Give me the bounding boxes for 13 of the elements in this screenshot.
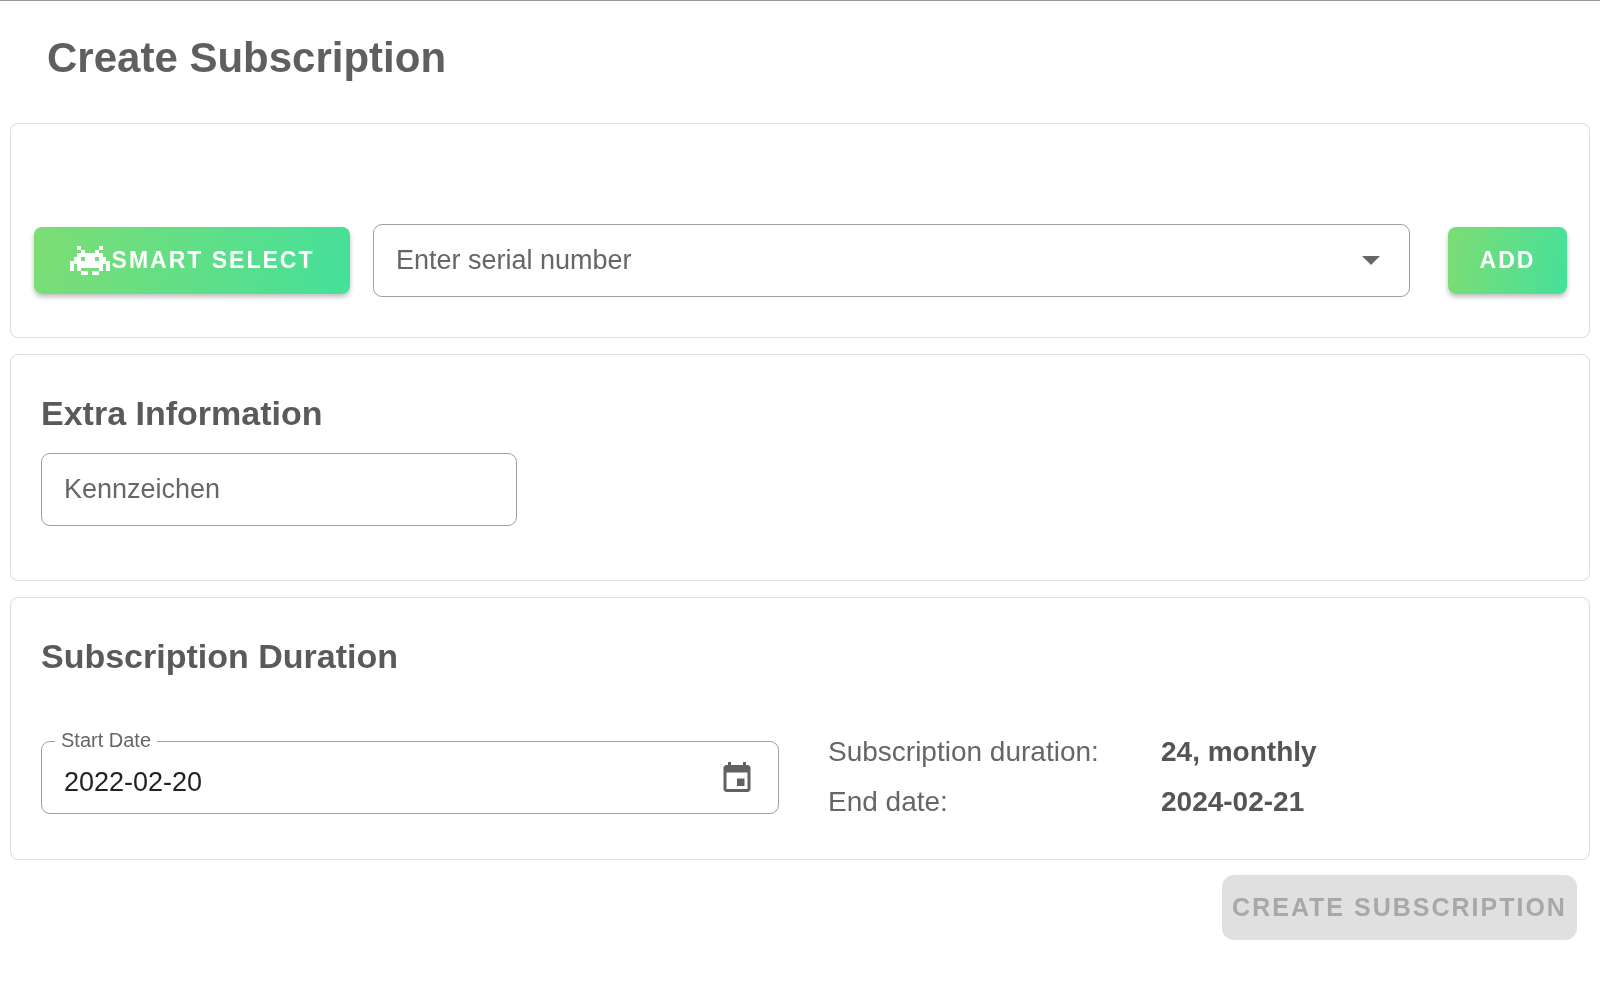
license-plate-field[interactable]: Kennzeichen	[41, 453, 517, 526]
detail-label: Subscription duration:	[828, 736, 1100, 768]
page-title: Create Subscription	[47, 33, 448, 83]
add-button[interactable]: ADD	[1448, 227, 1567, 294]
section-heading: Extra Information	[41, 393, 324, 433]
space-invader-icon	[69, 246, 110, 275]
detail-value: 24, monthly	[1161, 736, 1317, 768]
smart-select-button[interactable]: SMART SELECT	[34, 227, 350, 294]
serial-number-dropdown[interactable]: Enter serial number	[373, 224, 1410, 297]
detail-value: 2024-02-21	[1161, 786, 1306, 818]
caret-icon	[1362, 256, 1380, 265]
detail-label: End date:	[828, 786, 949, 818]
section-heading: Subscription Duration	[41, 636, 399, 676]
